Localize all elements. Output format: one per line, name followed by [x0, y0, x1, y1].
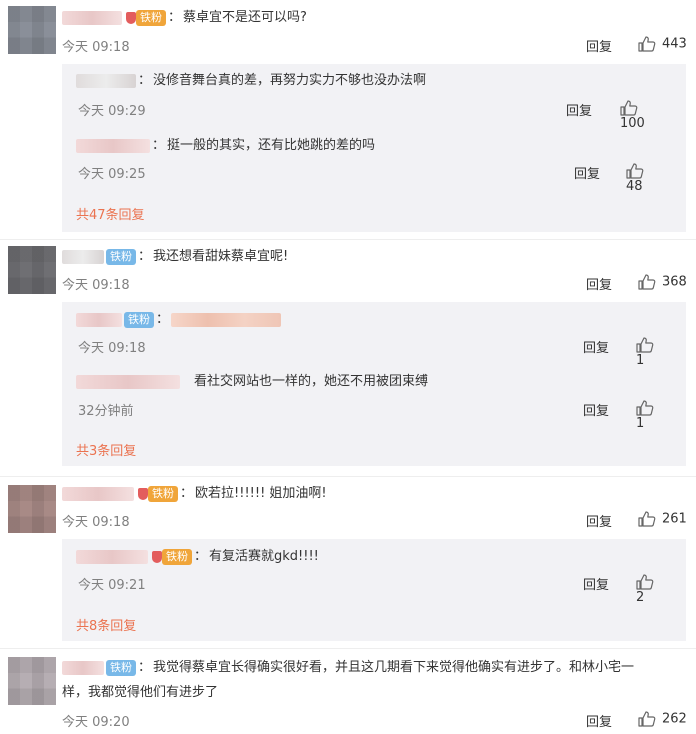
like-button[interactable]: 261 — [638, 511, 687, 527]
like-button[interactable]: 262 — [638, 711, 687, 727]
thumbs-up-icon — [620, 100, 638, 116]
comment-time: 今天 09:18 — [62, 278, 130, 293]
like-count: 261 — [662, 511, 687, 527]
username-blurred[interactable] — [62, 660, 104, 675]
avatar[interactable] — [8, 6, 56, 54]
thumbs-up-icon — [638, 511, 656, 527]
thumbs-up-icon — [636, 400, 654, 416]
reply-item: 铁粉： 今天 09:18 回复 1 — [76, 310, 672, 368]
fan-badge: 铁粉 — [162, 548, 192, 565]
fan-badge: 铁粉 — [136, 9, 166, 26]
reply-time: 今天 09:25 — [78, 167, 146, 182]
thumbs-up-icon — [638, 274, 656, 290]
username-blurred[interactable] — [62, 486, 134, 501]
avatar[interactable] — [8, 657, 56, 705]
reply-button[interactable]: 回复 — [586, 511, 612, 530]
reply-text: 没修音舞台真的差，再努力实力不够也没办法啊 — [153, 73, 427, 88]
reply-button[interactable]: 回复 — [566, 100, 592, 119]
fan-badge: 铁粉 — [106, 248, 136, 265]
reply-button[interactable]: 回复 — [586, 274, 612, 293]
username-blurred[interactable] — [62, 249, 104, 264]
reply-text: 挺一般的其实，还有比她跳的差的吗 — [167, 138, 376, 153]
reply-time: 今天 09:18 — [78, 341, 146, 356]
comment-item: 铁粉：我觉得蔡卓宜长得确实很好看，并且这几期看下来觉得他确实有进步了。和林小宅一… — [0, 649, 696, 734]
more-replies-link[interactable]: 共8条回复 — [76, 615, 136, 634]
reply-box: ：没修音舞台真的差，再努力实力不够也没办法啊 今天 09:29 回复 100 ：… — [62, 64, 686, 232]
like-count: 1 — [636, 416, 645, 431]
reply-item: 看社交网站也一样的，她还不用被团束缚 32分钟前 回复 1 — [76, 372, 672, 431]
like-count: 1 — [636, 353, 645, 368]
like-button[interactable]: 100 — [620, 100, 672, 131]
reply-text-blurred — [171, 312, 282, 327]
reply-button[interactable]: 回复 — [583, 574, 609, 593]
reply-item: ：挺一般的其实，还有比她跳的差的吗 今天 09:25 回复 48 — [76, 136, 672, 196]
username-blurred[interactable] — [62, 10, 122, 25]
thumbs-up-icon — [638, 36, 656, 52]
reply-button[interactable]: 回复 — [586, 36, 612, 55]
username-blurred[interactable] — [76, 549, 148, 564]
comment-time: 今天 09:18 — [62, 40, 130, 55]
like-count: 2 — [636, 590, 645, 605]
reply-box: 铁粉： 今天 09:18 回复 1 看社交网站也一样的，她还不用被团束缚 32分… — [62, 302, 686, 466]
reply-text: 看社交网站也一样的，她还不用被团束缚 — [194, 374, 429, 389]
fan-badge: 铁粉 — [106, 659, 136, 676]
like-count: 262 — [662, 711, 687, 727]
username-blurred[interactable] — [76, 73, 136, 88]
username-blurred[interactable] — [76, 312, 122, 327]
reply-button[interactable]: 回复 — [586, 711, 612, 730]
thumbs-up-icon — [636, 574, 654, 590]
comment-text: 蔡卓宜不是还可以吗? — [183, 10, 307, 25]
comment-text: 我还想看甜妹蔡卓宜呢! — [153, 249, 289, 264]
reply-text: 有复活赛就gkd!!!! — [209, 549, 319, 564]
comment-text: 我觉得蔡卓宜长得确实很好看，并且这几期看下来觉得他确实有进步了。和林小宅一 — [153, 660, 635, 675]
like-button[interactable]: 1 — [636, 400, 672, 431]
comment-text: 欧若拉!!!!!! 姐加油啊! — [195, 486, 327, 501]
comment-item: 铁粉：蔡卓宜不是还可以吗? 今天 09:18 回复 443 ：没修音舞台真的差，… — [0, 0, 696, 240]
like-button[interactable]: 48 — [626, 163, 672, 194]
like-button[interactable]: 1 — [636, 337, 672, 368]
reply-item: 铁粉：有复活赛就gkd!!!! 今天 09:21 回复 2 — [76, 547, 672, 605]
avatar[interactable] — [8, 485, 56, 533]
thumbs-up-icon — [638, 711, 656, 727]
like-count: 100 — [620, 116, 645, 131]
crown-icon — [138, 487, 148, 500]
reply-button[interactable]: 回复 — [574, 163, 600, 182]
username-blurred[interactable] — [76, 138, 150, 153]
crown-icon — [126, 11, 136, 24]
crown-icon — [152, 550, 162, 563]
reply-button[interactable]: 回复 — [583, 337, 609, 356]
thumbs-up-icon — [636, 337, 654, 353]
comment-item: 铁粉：欧若拉!!!!!! 姐加油啊! 今天 09:18 回复 261 铁粉：有复… — [0, 477, 696, 649]
comment-time: 今天 09:20 — [62, 715, 130, 730]
like-count: 443 — [662, 36, 687, 52]
reply-time: 32分钟前 — [78, 404, 134, 419]
like-button[interactable]: 368 — [638, 274, 687, 290]
like-button[interactable]: 2 — [636, 574, 672, 605]
more-replies-link[interactable]: 共47条回复 — [76, 204, 145, 223]
reply-item: ：没修音舞台真的差，再努力实力不够也没办法啊 今天 09:29 回复 100 — [76, 71, 672, 131]
reply-time: 今天 09:29 — [78, 104, 146, 119]
reply-box: 铁粉：有复活赛就gkd!!!! 今天 09:21 回复 2 共8条回复 — [62, 539, 686, 641]
comment-text-continued: 样，我都觉得他们有进步了 — [62, 685, 219, 700]
reply-time: 今天 09:21 — [78, 578, 146, 593]
like-count: 48 — [626, 179, 643, 194]
fan-badge: 铁粉 — [124, 311, 154, 328]
username-blurred[interactable] — [76, 374, 180, 389]
more-replies-link[interactable]: 共3条回复 — [76, 440, 136, 459]
fan-badge: 铁粉 — [148, 485, 178, 502]
comment-time: 今天 09:18 — [62, 515, 130, 530]
like-count: 368 — [662, 274, 687, 290]
like-button[interactable]: 443 — [638, 36, 687, 52]
thumbs-up-icon — [626, 163, 644, 179]
comment-item: 铁粉：我还想看甜妹蔡卓宜呢! 今天 09:18 回复 368 铁粉： 今天 09… — [0, 240, 696, 476]
reply-button[interactable]: 回复 — [583, 400, 609, 419]
avatar[interactable] — [8, 246, 56, 294]
